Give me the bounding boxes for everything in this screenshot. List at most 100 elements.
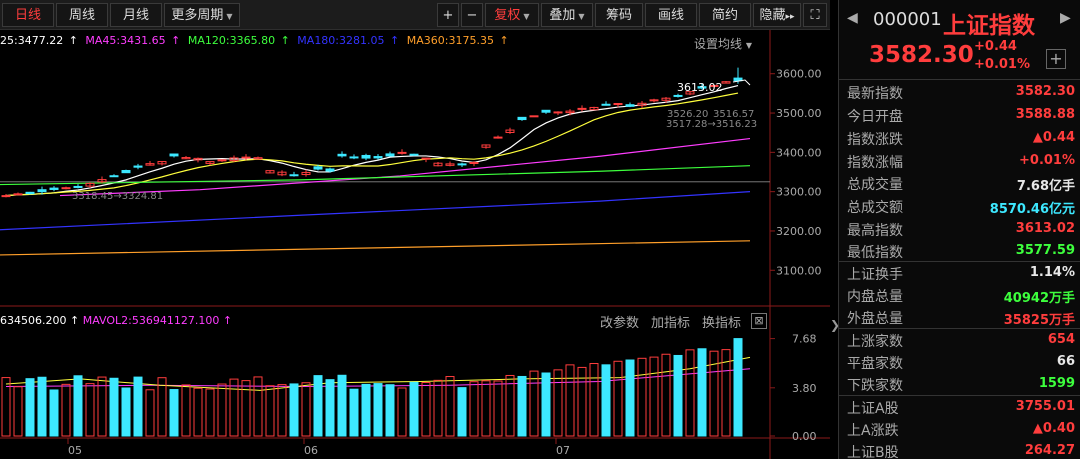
candles <box>1 67 743 198</box>
chips-button[interactable]: 筹码 <box>595 3 643 27</box>
candle-body <box>301 171 311 176</box>
info-row-label: 下跌家数 <box>847 378 903 394</box>
change-params-button[interactable]: 改参数 <box>600 312 639 331</box>
month-label: 05 <box>68 444 82 457</box>
index-change: +0.44 <box>974 39 1017 54</box>
volume-bar <box>517 375 527 437</box>
volume-bar <box>601 364 611 437</box>
volume-bar <box>733 338 743 437</box>
info-row: 指数涨跌 ▲0.44 <box>839 127 1080 149</box>
candle-body <box>157 161 167 165</box>
tab-more-periods[interactable]: 更多周期 ▼ <box>164 3 240 27</box>
volume-bar <box>349 388 359 437</box>
kline-chart[interactable]: 3600.00 3500.00 3400.00 3300.00 3200.00 3100.… <box>0 0 830 459</box>
volume-bar <box>169 389 179 437</box>
tab-more-periods-label: 更多周期 <box>171 8 224 23</box>
candle-body <box>673 94 683 97</box>
info-row: 今日开盘 3588.88 <box>839 104 1080 126</box>
switch-indicator-button[interactable]: 换指标 <box>702 312 741 331</box>
volume-bar <box>229 378 239 437</box>
volume-bar <box>241 380 251 437</box>
info-row: 总成交量 7.68亿手 <box>839 172 1080 194</box>
info-row-label: 最高指数 <box>847 223 903 239</box>
info-row: 上证A股 3755.01 <box>839 396 1080 418</box>
arrow-up-icon: ↑ <box>171 34 181 47</box>
ma45-line <box>59 137 751 197</box>
chevron-left-icon[interactable]: ◀ <box>847 10 858 26</box>
index-name: 上证指数 <box>943 13 1035 39</box>
candle-body <box>733 77 743 82</box>
info-row-label: 上证B股 <box>847 445 899 459</box>
candle-body <box>541 109 551 113</box>
volume-bar <box>85 383 95 437</box>
volume-bar <box>337 374 347 437</box>
info-row-label: 总成交量 <box>847 177 903 193</box>
chevron-right-icon[interactable]: ▶ <box>1060 10 1071 26</box>
draw-line-button[interactable]: 画线 <box>645 3 697 27</box>
candle-body <box>469 161 479 164</box>
info-row: 上涨家数 654 <box>839 329 1080 351</box>
chart-grid <box>0 30 830 459</box>
arrow-up-icon: ↑ <box>499 34 509 47</box>
candle-body <box>73 185 83 188</box>
info-row-label: 上证换手 <box>847 267 903 283</box>
info-row-value: 3613.02 <box>1015 221 1075 236</box>
info-row-label: 外盘总量 <box>847 311 903 327</box>
high-marker-arrow <box>732 79 751 86</box>
info-row-value: 1599 <box>1038 376 1075 391</box>
zoom-out-button[interactable]: − <box>461 3 483 27</box>
volume-bar <box>121 387 131 437</box>
info-row-label: 内盘总量 <box>847 289 903 305</box>
tab-daily[interactable]: 日线 <box>2 3 54 27</box>
close-icon[interactable]: ⊠ <box>751 313 767 329</box>
volume-bar <box>301 382 311 437</box>
ma-lines <box>0 84 751 391</box>
candle-body <box>193 157 203 161</box>
overlay-button[interactable]: 叠加 ▼ <box>541 3 593 27</box>
candle-body <box>385 153 395 157</box>
volume-bar <box>133 376 143 437</box>
info-row-label: 今日开盘 <box>847 109 903 125</box>
ma120-line <box>0 165 751 186</box>
volume-bar <box>193 387 203 437</box>
volume-bar <box>157 377 167 437</box>
info-row-value: 35825万手 <box>1003 313 1075 328</box>
volume-bar <box>433 379 443 437</box>
zoom-in-button[interactable]: + <box>437 3 459 27</box>
candle-body <box>685 91 695 95</box>
price-axis-label: 3100.00 <box>776 264 822 277</box>
candle-body <box>373 156 383 159</box>
volume-axis-label: 7.68 <box>792 333 817 346</box>
tab-weekly[interactable]: 周线 <box>56 3 108 27</box>
add-indicator-button[interactable]: 加指标 <box>651 312 690 331</box>
candle-body <box>13 193 23 196</box>
volume-bar <box>565 364 575 437</box>
candle-body <box>625 104 635 107</box>
info-row-value: 264.27 <box>1024 443 1075 458</box>
hide-button[interactable]: 隐藏▸▸ <box>753 3 801 27</box>
add-watchlist-button[interactable]: + <box>1046 49 1066 69</box>
tab-monthly[interactable]: 月线 <box>110 3 162 27</box>
fullscreen-icon[interactable]: ⛶ <box>803 3 827 27</box>
annotation-range: 3517.28→3516.23 <box>666 119 757 130</box>
candle-body <box>241 156 251 159</box>
volume-value: MAVOL2:536941127.100 <box>82 314 220 327</box>
month-label: 07 <box>556 444 570 457</box>
fuquan-button[interactable]: 复权 ▼ <box>485 3 539 27</box>
ma-settings-button[interactable]: 设置均线 ▼ <box>694 35 752 52</box>
candle-body <box>613 103 623 106</box>
chart-panel[interactable]: 日线 周线 月线 更多周期 ▼ + − 复权 ▼ 叠加 ▼ 筹码 画线 简约 隐藏▸▸… <box>0 0 830 459</box>
candle-body <box>1 195 11 198</box>
ma-settings-label: 设置均线 <box>694 37 743 51</box>
info-row-label: 上A涨跌 <box>847 423 899 439</box>
brief-button[interactable]: 简约 <box>699 3 751 27</box>
volume-bar <box>661 353 671 437</box>
candle-body <box>493 136 503 139</box>
info-row-label: 指数涨跌 <box>847 132 903 148</box>
arrow-up-icon: ↑ <box>280 34 290 47</box>
info-row-value: 40942万手 <box>1003 291 1075 306</box>
ma-legend-item: MA45:3431.65 ↑ <box>85 34 182 47</box>
volume-bar <box>445 376 455 437</box>
candle-body <box>49 187 59 190</box>
dropdown-arrow-icon: ▼ <box>523 12 530 21</box>
